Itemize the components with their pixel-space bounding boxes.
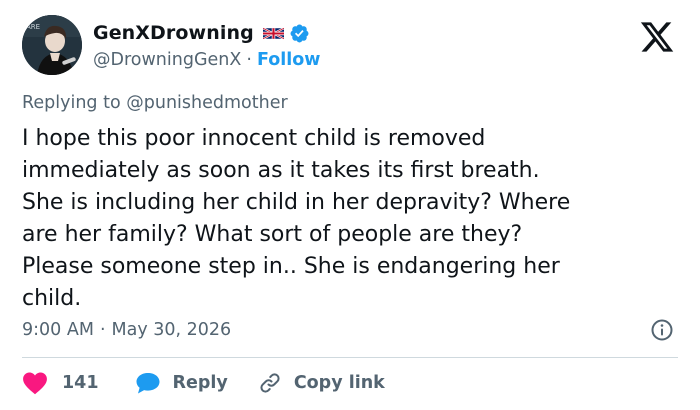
copy-link-label: Copy link bbox=[293, 373, 385, 393]
tweet-date: May 30, 2026 bbox=[111, 320, 232, 340]
tweet-text-line: Please someone step in.. She is endanger… bbox=[22, 254, 560, 279]
x-logo-icon[interactable] bbox=[636, 19, 678, 55]
tweet-time: 9:00 AM bbox=[22, 320, 94, 340]
author-handle[interactable]: @DrowningGenX bbox=[93, 50, 241, 70]
verified-badge-icon bbox=[289, 23, 310, 44]
tweet-card: ARE GenXDrowning @DrowningGenX · Follow … bbox=[0, 0, 700, 410]
heart-icon bbox=[22, 371, 48, 395]
handle-separator: · bbox=[246, 50, 252, 70]
tweet-text-line: are her family? What sort of people are … bbox=[22, 222, 523, 247]
timestamp-separator: · bbox=[99, 320, 106, 340]
follow-button[interactable]: Follow bbox=[257, 50, 320, 70]
author-name-row: GenXDrowning bbox=[93, 19, 310, 47]
tweet-text-line: I hope this poor innocent child is remov… bbox=[22, 126, 486, 151]
tweet-text-line: child. bbox=[22, 286, 82, 311]
uk-flag-icon bbox=[262, 26, 285, 41]
display-name[interactable]: GenXDrowning bbox=[93, 22, 254, 44]
reply-mention-link[interactable]: @punishedmother bbox=[126, 93, 287, 113]
info-icon[interactable] bbox=[650, 318, 674, 342]
link-icon bbox=[258, 371, 282, 395]
tweet-text-line: immediately as soon as it takes its firs… bbox=[22, 158, 540, 183]
avatar-text: ARE bbox=[26, 23, 40, 31]
like-count: 141 bbox=[62, 373, 99, 393]
tweet-timestamp[interactable]: 9:00 AM · May 30, 2026 bbox=[22, 318, 231, 342]
avatar[interactable]: ARE bbox=[22, 15, 82, 75]
tweet-text-line: She is including her child in her deprav… bbox=[22, 190, 571, 215]
reply-bubble-icon bbox=[135, 371, 161, 395]
reply-label: Reply bbox=[172, 373, 228, 393]
divider bbox=[22, 357, 678, 358]
tweet-text: I hope this poor innocent child is remov… bbox=[22, 123, 682, 315]
replying-prefix: Replying to bbox=[22, 93, 121, 113]
avatar-image: ARE bbox=[22, 15, 82, 75]
like-button[interactable]: 141 bbox=[22, 371, 99, 395]
copy-link-button[interactable]: Copy link bbox=[258, 371, 385, 395]
replying-to: Replying to @punishedmother bbox=[22, 93, 288, 113]
action-bar: 141 Reply Copy link bbox=[22, 368, 385, 398]
reply-button[interactable]: Reply bbox=[135, 371, 228, 395]
handle-row: @DrowningGenX · Follow bbox=[93, 48, 320, 72]
